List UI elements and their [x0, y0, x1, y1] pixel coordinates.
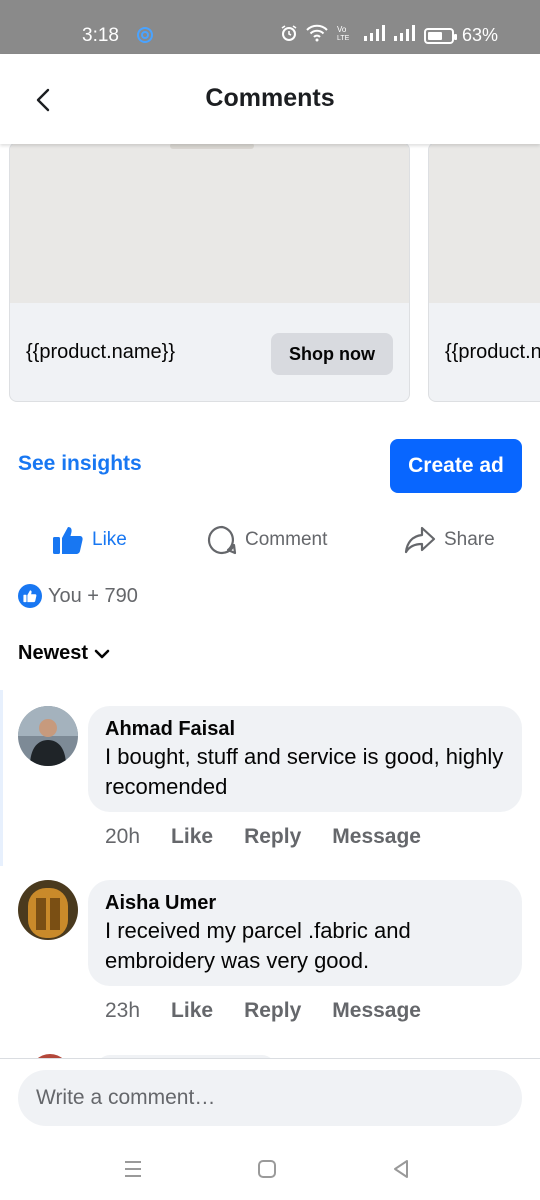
sort-label: Newest [18, 642, 89, 664]
share-label: Share [444, 529, 495, 550]
status-bar: 3:18 Vo LTE 63% [0, 0, 540, 54]
comment-text: I bought, stuff and service is good, hig… [105, 744, 504, 799]
back-triangle-icon [394, 1160, 408, 1178]
comment-message-button[interactable]: Message [332, 999, 421, 1023]
svg-text:Vo: Vo [337, 25, 347, 34]
comment-author[interactable]: Aisha Umer [105, 890, 506, 916]
new-comment-indicator [0, 690, 3, 866]
comment-input[interactable] [18, 1070, 522, 1126]
product-card[interactable]: {{product.name}} [428, 144, 540, 402]
comment-text: I received my parcel .fabric and embroid… [105, 918, 411, 973]
comment-time: 20h [105, 825, 141, 848]
comment-like-button[interactable]: Like [171, 825, 213, 849]
status-time: 3:18 [82, 25, 119, 46]
reactions-row: Like Comment Share [0, 520, 540, 560]
svg-text:LTE: LTE [337, 35, 350, 42]
comment-icon [207, 525, 237, 555]
comment-message-button[interactable]: Message [332, 825, 421, 849]
product-card[interactable]: {{product.name}} Shop now [9, 144, 410, 402]
product-image[interactable] [429, 144, 540, 303]
wifi-icon [306, 24, 328, 47]
comment-button[interactable]: Comment [207, 520, 327, 560]
volte-icon: Vo LTE [336, 24, 356, 47]
page-title: Comments [205, 84, 335, 112]
thumbs-up-icon [53, 527, 83, 554]
likes-summary[interactable]: You + 790 [18, 584, 138, 608]
comment-bubble[interactable]: Ahmad Faisal I bought, stuff and service… [88, 706, 522, 812]
signal-icon [363, 25, 386, 46]
home-square-icon [258, 1160, 276, 1178]
back-nav-button[interactable] [386, 1154, 416, 1184]
likes-count: You + 790 [48, 584, 138, 607]
comment-reply-button[interactable]: Reply [244, 825, 301, 849]
comment-actions: 23h Like Reply Message [105, 999, 421, 1023]
comment-like-button[interactable]: Like [171, 999, 213, 1023]
chevron-down-icon [94, 649, 110, 658]
battery-percent: 63% [461, 25, 498, 45]
comment-time: 23h [105, 999, 141, 1022]
comment-label: Comment [245, 529, 328, 550]
product-carousel[interactable]: {{product.name}} Shop now {{product.name… [0, 144, 540, 404]
product-name: {{product.name}} [445, 341, 540, 363]
menu-icon [125, 1161, 141, 1177]
product-image[interactable] [10, 144, 409, 303]
share-button[interactable]: Share [404, 520, 495, 560]
comment-actions: 20h Like Reply Message [105, 825, 421, 849]
comment-bubble[interactable]: Aisha Umer I received my parcel .fabric … [88, 880, 522, 986]
app-icon [136, 26, 154, 44]
battery-icon [423, 27, 457, 44]
create-ad-button[interactable]: Create ad [390, 439, 522, 493]
see-insights-link[interactable]: See insights [18, 452, 142, 476]
header: Comments [0, 54, 540, 144]
avatar[interactable] [18, 706, 78, 766]
system-nav-bar [0, 1140, 540, 1200]
comment-reply-button[interactable]: Reply [244, 999, 301, 1023]
alarm-icon [280, 24, 298, 47]
home-button[interactable] [252, 1154, 282, 1184]
battery-level [427, 31, 442, 40]
comment-composer [0, 1058, 540, 1140]
sort-dropdown[interactable]: Newest [18, 642, 110, 665]
status-icons: Vo LTE 63% [280, 24, 498, 47]
like-button[interactable]: Like [52, 520, 127, 560]
product-name: {{product.name}} [26, 341, 176, 363]
share-icon [404, 526, 436, 554]
like-label: Like [92, 529, 127, 550]
recent-apps-button[interactable] [118, 1154, 148, 1184]
avatar[interactable] [18, 880, 78, 940]
like-badge-icon [18, 584, 42, 608]
signal-icon [393, 25, 416, 46]
comment-author[interactable]: Ahmad Faisal [105, 716, 506, 742]
shop-now-button[interactable]: Shop now [271, 333, 393, 375]
